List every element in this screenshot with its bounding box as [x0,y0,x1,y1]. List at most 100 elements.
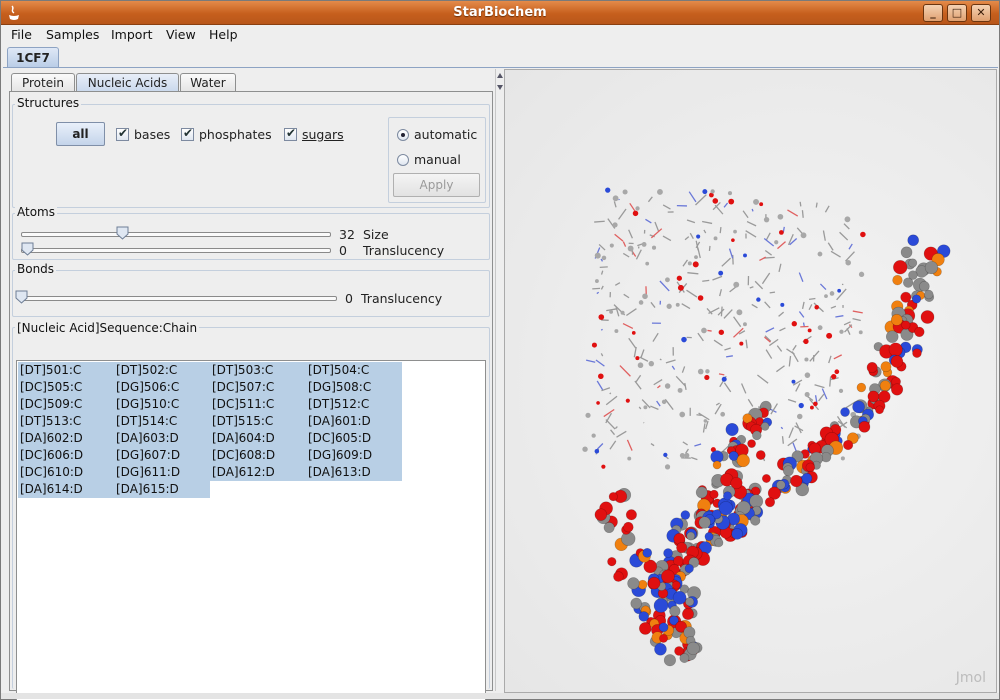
protein-bond [684,382,687,391]
sequence-item[interactable]: [DT]503:C [210,362,306,379]
sequence-item[interactable]: [DC]507:C [210,379,306,396]
protein-atom [705,369,710,374]
tab-protein[interactable]: Protein [11,73,75,92]
split-divider[interactable] [495,69,503,691]
protein-atom [736,309,743,316]
atom-size-slider-thumb[interactable] [116,226,129,240]
nucleic-atom [704,532,714,541]
protein-bond [596,443,604,450]
protein-atom [627,456,632,461]
protein-atom [817,251,823,257]
collapse-down-icon[interactable] [497,85,503,90]
protein-bond [681,303,691,310]
phosphates-checkbox[interactable]: phosphates [181,126,272,142]
nucleic-atom [911,294,922,304]
protein-atom [612,222,618,228]
protein-bond [802,322,805,327]
protein-atom [814,304,819,310]
menu-help[interactable]: Help [209,27,238,42]
sequence-item[interactable]: [DT]513:C [18,413,114,430]
protein-atom [733,229,737,234]
nucleic-atom [760,421,770,431]
sugars-checkbox[interactable]: sugars [284,126,344,142]
minimize-button[interactable]: _ [923,4,943,22]
sequence-item[interactable]: [DC]511:C [210,396,306,413]
protein-atom [601,255,607,261]
all-button[interactable]: all [56,122,105,146]
tab-nucleic-acids[interactable]: Nucleic Acids [76,73,179,92]
sequence-item[interactable]: [DC]606:D [18,447,114,464]
protein-atom [594,448,600,454]
sequence-item[interactable]: [DA]612:D [210,464,306,481]
protein-atom [694,255,698,260]
protein-bond [833,354,842,360]
sugars-label: sugars [302,127,344,142]
protein-atom [713,236,718,241]
sequence-item[interactable]: [DG]510:C [114,396,210,413]
atom-size-label: Size [363,227,389,242]
protein-atom [594,279,599,283]
sequence-item[interactable]: [DA]604:D [210,430,306,447]
sequence-item[interactable]: [DC]505:C [18,379,114,396]
tab-divider [3,67,998,68]
sequence-item[interactable]: [DG]611:D [114,464,210,481]
molecule-viewer[interactable]: Jmol [504,69,997,693]
sequence-item[interactable]: [DT]504:C [306,362,402,379]
protein-bond [600,353,604,357]
sequence-item[interactable]: [DC]610:D [18,464,114,481]
sequence-item[interactable]: [DT]512:C [306,396,402,413]
sequence-item[interactable]: [DG]607:D [114,447,210,464]
sequence-item[interactable]: [DG]506:C [114,379,210,396]
nucleic-atom [892,274,903,286]
manual-radio[interactable]: manual [397,152,461,167]
protein-bond [757,374,769,384]
manual-radio-icon [397,153,409,166]
sequence-item[interactable]: [DT]514:C [114,413,210,430]
maximize-button[interactable]: □ [947,4,967,22]
protein-atom [817,325,823,331]
sequence-item[interactable]: [DC]509:C [18,396,114,413]
tab-document[interactable]: 1CF7 [7,47,59,68]
apply-button[interactable]: Apply [393,173,480,197]
protein-bond [809,350,820,362]
atom-translucency-track [21,248,331,253]
sequence-item[interactable]: [DC]605:D [306,430,402,447]
sequence-item[interactable]: [DC]608:D [210,447,306,464]
nucleic-atom [908,258,918,268]
sequence-item[interactable]: [DT]515:C [210,413,306,430]
sequence-item[interactable]: [DA]601:D [306,413,402,430]
protein-bond [640,349,645,359]
protein-bond [714,403,722,415]
sequence-item[interactable]: [DG]609:D [306,447,402,464]
protein-atom [664,383,671,389]
nucleic-atom [782,465,794,477]
sequence-item[interactable]: [DA]614:D [18,481,114,498]
menu-import[interactable]: Import [111,27,153,42]
menu-file[interactable]: File [11,27,32,42]
atom-translucency-slider-thumb[interactable] [21,242,34,256]
sequence-item[interactable]: [DG]508:C [306,379,402,396]
menu-view[interactable]: View [166,27,196,42]
tab-water[interactable]: Water [180,73,236,92]
protein-bond [852,317,861,322]
sequence-item[interactable]: [DA]602:D [18,430,114,447]
nucleic-atom [669,605,681,617]
protein-atom [697,368,704,375]
automatic-radio[interactable]: automatic [397,127,477,142]
close-button[interactable]: ✕ [971,4,991,22]
nucleic-atom [638,611,650,622]
nucleic-atom [858,420,871,433]
menu-samples[interactable]: Samples [46,27,99,42]
sequence-item[interactable]: [DA]615:D [114,481,210,498]
sequence-item[interactable]: [DT]501:C [18,362,114,379]
bond-translucency-slider-thumb[interactable] [15,290,28,304]
bases-checkbox[interactable]: bases [116,126,170,142]
collapse-up-icon[interactable] [497,73,503,78]
protein-atom [643,405,648,410]
sequence-item[interactable]: [DT]502:C [114,362,210,379]
nucleic-atom [623,521,634,533]
sequence-item[interactable]: [DA]603:D [114,430,210,447]
sequence-list[interactable]: [DT]501:C [DT]502:C [DT]503:C [DT]504:C [DC]… [16,360,486,700]
sequence-item[interactable]: [DA]613:D [306,464,402,481]
title-bar[interactable]: StarBiochem _ □ ✕ [1,1,999,25]
